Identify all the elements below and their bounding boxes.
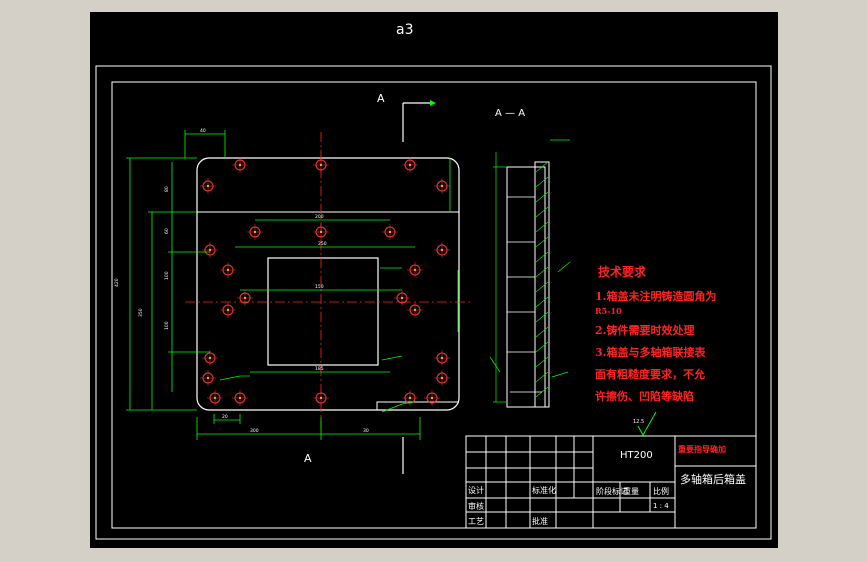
surface-finish-value: 12.5	[633, 419, 644, 425]
tech-req-line-3: 2.铸件需要时效处理	[595, 323, 694, 337]
front-view: 420 350 80 60 100 100 40 200 250 150 185…	[114, 92, 470, 474]
dim-200: 200	[315, 214, 324, 220]
inner-frame	[111, 81, 757, 529]
label-process: 工艺	[468, 517, 484, 526]
center-window	[267, 257, 379, 366]
label-weight: 重量	[623, 486, 639, 496]
sheet-title: a3	[396, 22, 414, 38]
label-design: 设计	[468, 485, 484, 495]
dim-100b: 100	[164, 321, 170, 330]
label-ratio: 比例	[653, 486, 669, 496]
section-view-title: A — A	[495, 108, 525, 119]
dim-80: 80	[164, 186, 170, 192]
dim-150: 150	[315, 284, 324, 290]
scale-value: 1 : 4	[653, 502, 669, 510]
section-mark-top: A	[377, 92, 385, 105]
dim-60: 60	[164, 228, 170, 234]
section-mark-bottom: A	[304, 452, 312, 465]
school-text: 重要指导确加	[678, 444, 726, 454]
tech-req-heading: 技术要求	[598, 264, 647, 279]
tech-req-line-2: R5-10	[595, 306, 622, 316]
tech-req-line-5: 面有粗糙度要求，不允	[595, 367, 705, 381]
dim-30: 30	[363, 428, 369, 434]
label-approve: 批准	[532, 516, 548, 526]
dim-350: 350	[138, 308, 144, 317]
label-standard: 标准化	[532, 485, 556, 495]
drawing-sheet: a3 420 350 80 60 100 100 40 200 250 150 …	[90, 12, 778, 548]
technical-requirements: 技术要求 1.箱盖未注明铸造圆角为 R5-10 2.铸件需要时效处理 3.箱盖与…	[595, 264, 716, 403]
dim-20: 20	[222, 414, 228, 420]
tech-req-line-4: 3.箱盖与多轴箱联接表	[595, 345, 706, 359]
tech-req-line-6: 许擦伤、凹陷等缺陷	[595, 389, 694, 403]
dim-250: 250	[318, 241, 327, 247]
title-block-text: HT200 重要指导确加 多轴箱后箱盖 设计 标准化 审核 工艺 批准 阶段标记…	[468, 444, 746, 526]
part-name-text: 多轴箱后箱盖	[680, 472, 746, 486]
cad-drawing: a3 420 350 80 60 100 100 40 200 250 150 …	[95, 22, 772, 540]
label-review: 审核	[468, 501, 484, 511]
dim-420: 420	[114, 278, 120, 287]
dim-40: 40	[200, 128, 206, 134]
surface-finish-symbol: 12.5	[633, 411, 657, 437]
dim-300: 300	[250, 428, 259, 434]
dim-100: 100	[164, 271, 170, 280]
material-text: HT200	[620, 450, 653, 461]
dim-185: 185	[315, 366, 324, 372]
section-view: A — A	[489, 108, 571, 408]
tech-req-line-1: 1.箱盖未注明铸造圆角为	[595, 289, 716, 303]
